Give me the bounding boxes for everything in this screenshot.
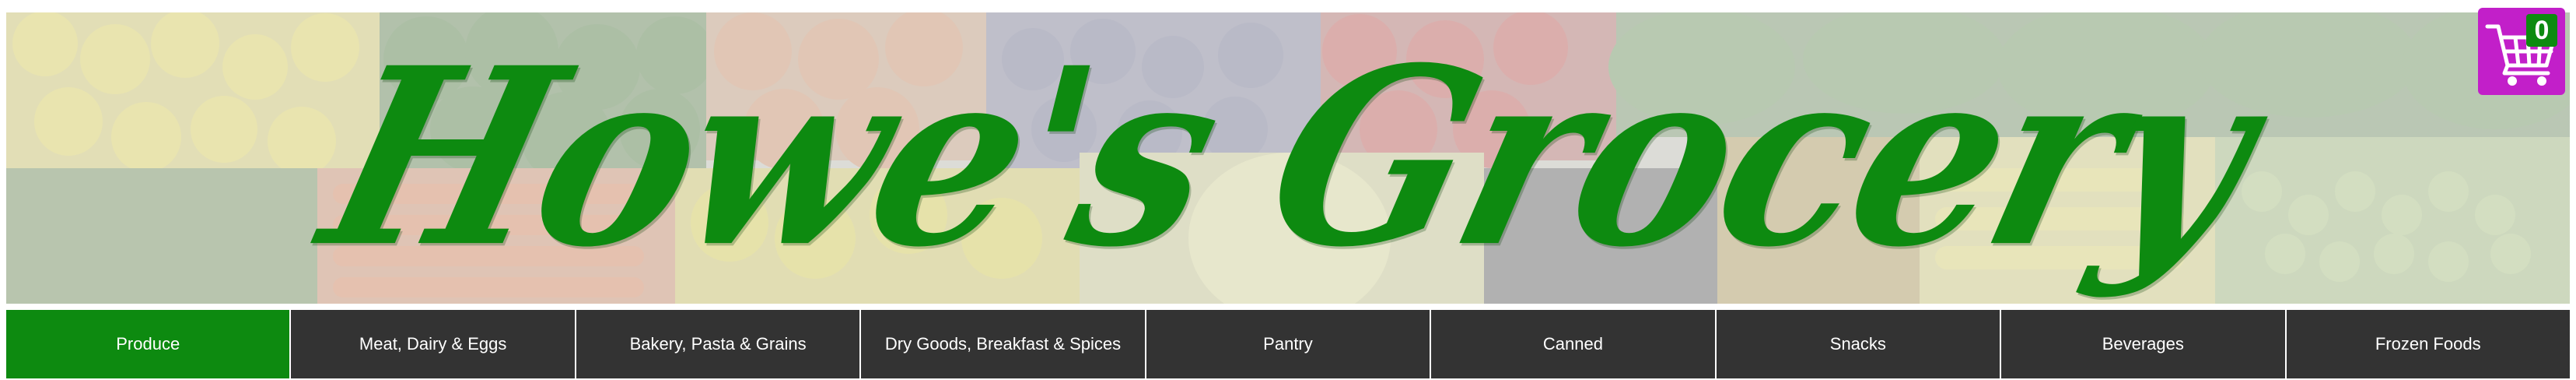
nav-item-dry-goods-breakfast-spices[interactable]: Dry Goods, Breakfast & Spices	[861, 310, 1146, 378]
nav-item-canned[interactable]: Canned	[1431, 310, 1717, 378]
cart-count-badge: 0	[2526, 14, 2557, 47]
nav-item-produce[interactable]: Produce	[6, 310, 292, 378]
header-banner: Howe's Grocery	[6, 12, 2570, 304]
store-name: Howe's Grocery	[300, 15, 2276, 301]
cart-button[interactable]: 0	[2478, 8, 2565, 95]
store-logo-title[interactable]: Howe's Grocery	[6, 12, 2570, 304]
category-nav: Produce Meat, Dairy & Eggs Bakery, Pasta…	[6, 310, 2570, 378]
nav-item-bakery-pasta-grains[interactable]: Bakery, Pasta & Grains	[576, 310, 862, 378]
nav-item-frozen-foods[interactable]: Frozen Foods	[2286, 310, 2570, 378]
nav-item-beverages[interactable]: Beverages	[2001, 310, 2287, 378]
nav-item-snacks[interactable]: Snacks	[1716, 310, 2002, 378]
nav-item-pantry[interactable]: Pantry	[1146, 310, 1432, 378]
page: Howe's Grocery 0 Produce Meat, Dairy & E…	[0, 0, 2576, 380]
nav-item-meat-dairy-eggs[interactable]: Meat, Dairy & Eggs	[291, 310, 576, 378]
